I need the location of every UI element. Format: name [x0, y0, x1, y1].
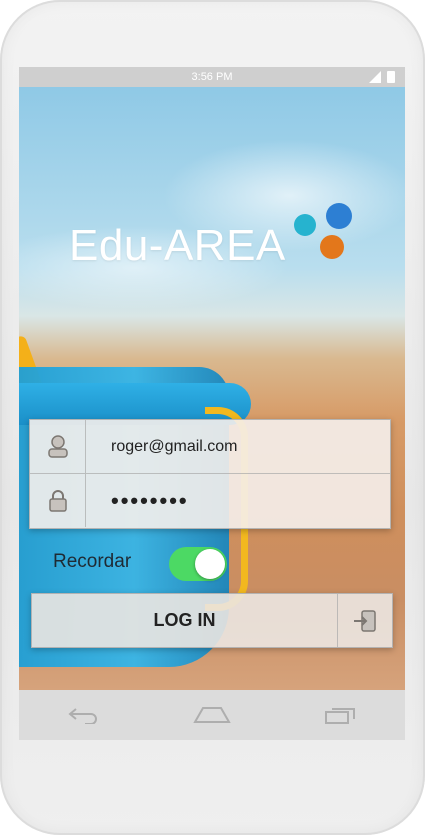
login-form: roger@gmail.com ••••••••	[29, 419, 391, 529]
background-image: Edu-AREA roger@gmail.com •••••••• Record…	[19, 87, 405, 690]
password-input-value[interactable]: ••••••••	[86, 488, 189, 514]
remember-label: Recordar	[53, 551, 132, 572]
screen: 3:56 PM Edu-AREA roger@gmail.com •••••••…	[19, 67, 405, 740]
logo-dot-teal	[294, 214, 316, 236]
login-button-label: LOG IN	[153, 610, 216, 630]
recents-icon[interactable]	[321, 700, 361, 730]
status-time: 3:56 PM	[191, 71, 233, 83]
phone-frame: 3:56 PM Edu-AREA roger@gmail.com •••••••…	[0, 0, 425, 835]
password-field[interactable]: ••••••••	[30, 474, 390, 527]
logo-dot-blue	[326, 203, 352, 229]
lock-icon	[30, 474, 86, 527]
logo-dot-orange	[320, 235, 344, 259]
battery-icon	[387, 71, 395, 83]
email-field[interactable]: roger@gmail.com	[30, 420, 390, 474]
remember-toggle[interactable]	[169, 547, 227, 581]
email-input-value[interactable]: roger@gmail.com	[86, 438, 238, 456]
login-icon	[337, 594, 391, 647]
login-button[interactable]: LOG IN	[31, 593, 393, 648]
navigation-bar	[19, 690, 405, 740]
user-icon	[30, 420, 86, 473]
home-icon[interactable]	[192, 700, 232, 730]
status-icons	[369, 71, 395, 83]
toggle-knob	[195, 549, 225, 579]
status-bar: 3:56 PM	[19, 67, 405, 87]
back-icon[interactable]	[63, 700, 103, 730]
app-logo-text: Edu-AREA	[69, 221, 286, 270]
signal-icon	[369, 71, 381, 83]
